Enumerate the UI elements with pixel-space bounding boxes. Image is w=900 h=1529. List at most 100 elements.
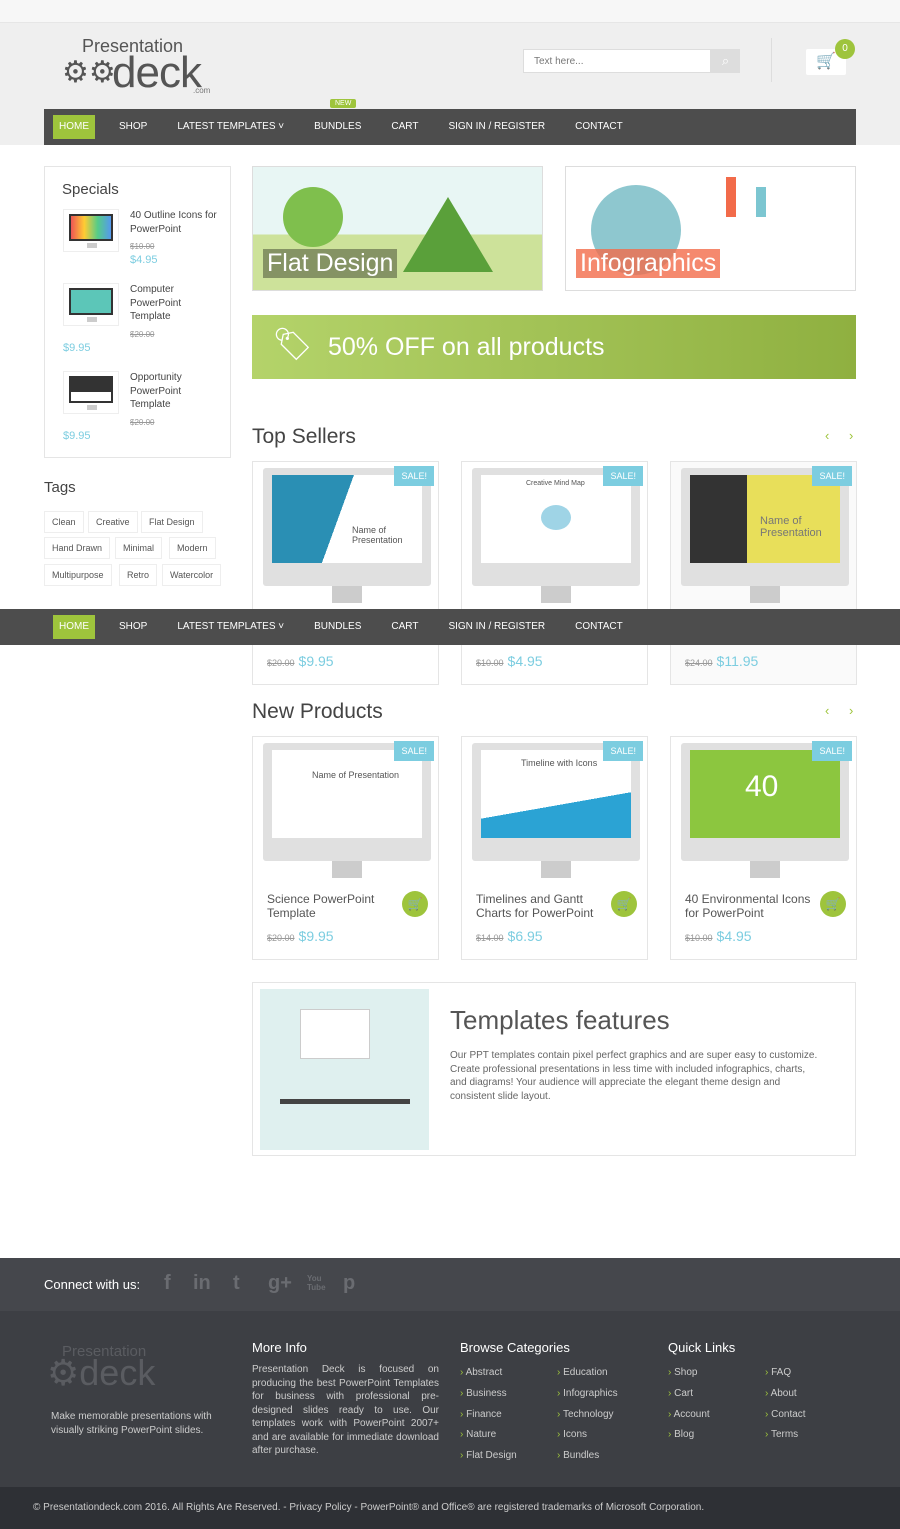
twitter-icon[interactable]: t (233, 1272, 240, 1295)
youtube-icon[interactable]: You Tube (307, 1274, 326, 1292)
footer-link[interactable]: Technology (557, 1409, 614, 1420)
infographics-banner[interactable]: Infographics (565, 166, 856, 291)
promo-banner[interactable]: 🏷 50% OFF on all products (252, 315, 856, 379)
product-card[interactable]: Name of Presentation SALE! Science Power… (252, 736, 439, 960)
footer-link[interactable]: Blog (668, 1429, 694, 1440)
footer-link[interactable]: Account (668, 1409, 710, 1420)
product-title[interactable]: Science PowerPoint Template (267, 892, 397, 920)
sale-badge: SALE! (394, 741, 434, 761)
sale-badge: SALE! (394, 466, 434, 486)
screen-text: Name of Presentation (352, 525, 403, 545)
next-arrow-icon[interactable]: › (849, 703, 853, 718)
footer-link[interactable]: Contact (765, 1409, 805, 1420)
nav-cart[interactable]: CART (376, 609, 433, 645)
price: $11.95 (716, 653, 759, 669)
prev-arrow-icon[interactable]: ‹ (825, 428, 829, 443)
footer-link[interactable]: Bundles (557, 1450, 599, 1461)
infographics-label: Infographics (576, 249, 721, 278)
product-thumb[interactable] (63, 283, 119, 326)
nav-home[interactable]: HOME (53, 615, 95, 639)
tag[interactable]: Modern (169, 537, 216, 559)
promo-text: 50% OFF on all products (328, 333, 605, 361)
product-thumb[interactable] (63, 371, 119, 414)
nav-contact[interactable]: CONTACT (560, 609, 638, 645)
connect-label: Connect with us: (44, 1277, 141, 1292)
tag[interactable]: Multipurpose (44, 564, 112, 586)
tag[interactable]: Hand Drawn (44, 537, 111, 559)
browse-title: Browse Categories (460, 1340, 570, 1355)
footer-link[interactable]: Business (460, 1388, 507, 1399)
nav-sign-in[interactable]: SIGN IN / REGISTER (433, 609, 560, 645)
footer-link[interactable]: Icons (557, 1429, 587, 1440)
product-card[interactable]: 40 SALE! 40 Environmental Icons for Powe… (670, 736, 857, 960)
product-card[interactable]: Timeline with Icons SALE! Timelines and … (461, 736, 648, 960)
special-title[interactable]: Opportunity PowerPoint Template (130, 371, 200, 412)
add-to-cart-icon[interactable]: 🛒 (611, 891, 637, 917)
nav-bundles[interactable]: BUNDLES (299, 109, 376, 145)
meeting-illustration (260, 989, 429, 1150)
price: $4.95 (130, 254, 158, 266)
footer-logo: ⚙deck (47, 1352, 155, 1394)
add-to-cart-icon[interactable]: 🛒 (402, 891, 428, 917)
mountain-illustration (403, 197, 493, 272)
price: $9.95 (298, 928, 334, 944)
footer-link[interactable]: Infographics (557, 1388, 617, 1399)
footer-link[interactable]: Nature (460, 1429, 496, 1440)
tag[interactable]: Flat Design (141, 511, 203, 533)
product-card[interactable]: Name of Presentation SALE! $24.00 $11.95 (670, 461, 857, 685)
tags-title: Tags (44, 479, 76, 496)
prev-arrow-icon[interactable]: ‹ (825, 703, 829, 718)
product-title[interactable]: 40 Environmental Icons for PowerPoint (685, 892, 815, 920)
top-sellers-title: Top Sellers (252, 425, 356, 448)
pinterest-icon[interactable]: p (343, 1272, 355, 1295)
tag[interactable]: Minimal (115, 537, 163, 559)
nav-contact[interactable]: CONTACT (560, 109, 638, 145)
search-icon[interactable]: ⌕ (711, 49, 740, 73)
footer-link[interactable]: Cart (668, 1388, 693, 1399)
bar-illustration (726, 177, 736, 217)
footer-link[interactable]: About (765, 1388, 797, 1399)
nav-latest-templates[interactable]: LATEST TEMPLATES ˅ (162, 609, 299, 645)
nav-latest-templates[interactable]: LATEST TEMPLATES ˅ (162, 109, 299, 145)
product-card[interactable]: Name of Presentation SALE! $20.00 $9.95 (252, 461, 439, 685)
product-title[interactable]: Timelines and Gantt Charts for PowerPoin… (476, 892, 606, 920)
sale-badge: SALE! (603, 466, 643, 486)
google-plus-icon[interactable]: g+ (268, 1272, 292, 1295)
sale-badge: SALE! (812, 466, 852, 486)
special-title[interactable]: Computer PowerPoint Template (130, 283, 200, 324)
footer-link[interactable]: FAQ (765, 1367, 791, 1378)
nav-shop[interactable]: SHOP (104, 109, 162, 145)
search-input[interactable]: Text here... (523, 49, 711, 73)
next-arrow-icon[interactable]: › (849, 428, 853, 443)
tag[interactable]: Watercolor (162, 564, 222, 586)
screen-text: 40 (745, 770, 779, 803)
nav-bundles[interactable]: BUNDLES (299, 609, 376, 645)
footer-link[interactable]: Terms (765, 1429, 798, 1440)
gears-logo-icon: ⚙ (47, 1352, 80, 1393)
tag[interactable]: Retro (119, 564, 158, 586)
screen-text: Name of Presentation (312, 770, 400, 780)
nav-sign-in[interactable]: SIGN IN / REGISTER (433, 109, 560, 145)
nav-cart[interactable]: CART (376, 109, 433, 145)
special-title[interactable]: 40 Outline Icons for PowerPoint (130, 209, 220, 236)
product-thumb[interactable] (63, 209, 119, 252)
nav-shop[interactable]: SHOP (104, 609, 162, 645)
footer-link[interactable]: Abstract (460, 1367, 503, 1378)
footer-tagline: Make memorable presentations with visual… (51, 1411, 212, 1436)
facebook-icon[interactable]: f (164, 1272, 171, 1295)
footer-link[interactable]: Flat Design (460, 1450, 517, 1461)
nav-home[interactable]: HOME (53, 115, 95, 139)
footer-link[interactable]: Education (557, 1367, 607, 1378)
more-info-title: More Info (252, 1340, 307, 1355)
tag[interactable]: Creative (88, 511, 138, 533)
footer-link[interactable]: Finance (460, 1409, 502, 1420)
quick-links-title: Quick Links (668, 1340, 736, 1355)
add-to-cart-icon[interactable]: 🛒 (820, 891, 846, 917)
linkedin-icon[interactable]: in (193, 1272, 211, 1295)
tag[interactable]: Clean (44, 511, 84, 533)
product-card[interactable]: Creative Mind Map SALE! $10.00 $4.95 (461, 461, 648, 685)
screen-text: Creative Mind Map (526, 480, 585, 487)
logo-main[interactable]: deck (112, 48, 202, 98)
footer-link[interactable]: Shop (668, 1367, 697, 1378)
flat-design-banner[interactable]: Flat Design (252, 166, 543, 291)
